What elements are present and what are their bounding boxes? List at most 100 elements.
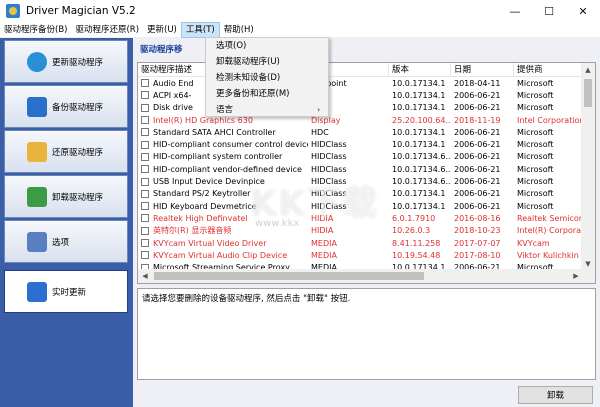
cell-date: 2018-04-11 [454, 78, 501, 88]
cell-prov: Microsoft [517, 90, 554, 100]
sidebar-item-update-drivers[interactable]: 更新驱动程序 [4, 40, 128, 83]
cell-cls: HIDClass [311, 152, 347, 162]
table-row[interactable]: KVYcam Virtual Video Driver MEDIA 8.41.11.… [138, 237, 583, 249]
cell-prov: Viktor Kulichkin [517, 250, 579, 260]
row-checkbox[interactable] [141, 214, 149, 223]
menu-bar: 驱动程序备份(B) 驱动程序还原(R) 更新(U) 工具(T) 帮助(H) [0, 21, 600, 38]
submenu-arrow-icon: › [317, 106, 320, 114]
menu-update[interactable]: 更新(U) [143, 22, 181, 38]
menu-item-language[interactable]: 语言 › [206, 102, 328, 118]
sidebar-item-label: 选项 [52, 237, 70, 248]
cell-ver: 10.0.17134.1 [392, 201, 446, 211]
sidebar-item-backup-drivers[interactable]: 备份驱动程序 [4, 85, 128, 128]
row-checkbox[interactable] [141, 116, 149, 125]
minimize-button[interactable]: — [498, 0, 532, 22]
menu-help[interactable]: 帮助(H) [220, 22, 258, 38]
window-title: Driver Magician V5.2 [26, 5, 136, 17]
cell-date: 2006-06-21 [454, 90, 501, 100]
horizontal-scrollbar[interactable]: ◀ ▶ [138, 269, 583, 283]
app-icon [6, 4, 20, 18]
sidebar-item-options[interactable]: 选项 [4, 220, 128, 263]
cell-date: 2006-06-21 [454, 177, 501, 187]
table-row[interactable]: Standard PS/2 Keytroller HIDClass 10.0.171… [138, 188, 583, 200]
maximize-button[interactable]: ☐ [532, 0, 566, 22]
info-text: 请选择您要删除的设备驱动程序, 然后点击 "卸载" 按钮. [142, 294, 351, 304]
row-checkbox[interactable] [141, 189, 149, 198]
sidebar-item-restore-drivers[interactable]: 还原驱动程序 [4, 130, 128, 173]
table-row[interactable]: Realtek High Definvatel HIDIA 6.0.1.7910 20… [138, 212, 583, 224]
sidebar-item-realtime-update[interactable]: 实时更新 [4, 270, 128, 313]
scroll-up-icon[interactable]: ▲ [581, 63, 595, 77]
cell-cls: HIDClass [311, 164, 347, 174]
cell-prov: Microsoft [517, 201, 554, 211]
cell-cls: HIDIA [311, 226, 334, 236]
column-header-provider[interactable]: 提供商 [514, 63, 583, 77]
menu-backup[interactable]: 驱动程序备份(B) [0, 22, 71, 38]
row-checkbox[interactable] [141, 140, 149, 149]
horizontal-scroll-thumb[interactable] [154, 272, 424, 280]
table-row[interactable]: HID-compliant consumer control device HID… [138, 138, 583, 150]
backup-icon [27, 96, 47, 117]
table-row[interactable]: HID Keyboard Devmetrice HIDClass 10.0.1713… [138, 200, 583, 212]
scroll-left-icon[interactable]: ◀ [138, 269, 152, 283]
cell-description: USB Input Device Devinpice [138, 177, 308, 186]
menu-item-detect-unknown[interactable]: 检测未知设备(D) [206, 70, 328, 86]
table-row[interactable]: KVYcam Virtual Audio Clip Device MEDIA 10.… [138, 249, 583, 261]
cell-cls: MEDIA [311, 250, 337, 260]
cell-date: 2006-06-21 [454, 127, 501, 137]
cell-ver: 10.19.54.48 [392, 250, 441, 260]
uninstall-button[interactable]: 卸载 [518, 386, 593, 404]
sidebar-item-uninstall-drivers[interactable]: 卸载驱动程序 [4, 175, 128, 218]
sidebar-item-label: 卸载驱动程序 [52, 192, 104, 203]
table-row[interactable]: 英特尔(R) 显示器音频 HIDIA 10.26.0.3 2018-10-23 Inte… [138, 225, 583, 237]
row-checkbox[interactable] [141, 226, 149, 235]
row-checkbox[interactable] [141, 152, 149, 161]
row-checkbox[interactable] [141, 165, 149, 174]
cell-prov: KVYcam [517, 238, 550, 248]
menu-item-options[interactable]: 选项(O) [206, 38, 328, 54]
vertical-scroll-thumb[interactable] [584, 79, 592, 107]
cell-date: 2006-06-21 [454, 164, 501, 174]
row-checkbox[interactable] [141, 128, 149, 137]
cell-ver: 10.0.17134.1 [392, 140, 446, 150]
column-header-date[interactable]: 日期 [451, 63, 514, 77]
cell-cls: HIDClass [311, 177, 347, 187]
cell-description: KVYcam Virtual Video Driver [138, 239, 308, 248]
cell-cls: HIDClass [311, 189, 347, 199]
close-button[interactable]: ✕ [566, 0, 600, 22]
row-checkbox[interactable] [141, 79, 149, 88]
cell-cls: MEDIA [311, 238, 337, 248]
menu-tools[interactable]: 工具(T) [180, 21, 220, 38]
menu-restore[interactable]: 驱动程序还原(R) [71, 22, 143, 38]
main-panel: 驱动程序移 驱动程序描述 版本 日期 提供商 Audio EndEndpoint… [133, 38, 600, 407]
row-checkbox[interactable] [141, 91, 149, 100]
row-checkbox[interactable] [141, 103, 149, 112]
cell-date: 2016-08-16 [454, 213, 501, 223]
row-checkbox[interactable] [141, 177, 149, 186]
table-row[interactable]: USB Input Device Devinpice HIDClass 10.0.1… [138, 175, 583, 187]
row-checkbox[interactable] [141, 202, 149, 211]
cell-ver: 10.0.17134.1 [392, 127, 446, 137]
info-box: 请选择您要删除的设备驱动程序, 然后点击 "卸载" 按钮. [137, 288, 596, 380]
column-header-version[interactable]: 版本 [389, 63, 451, 77]
cell-ver: 8.41.11.258 [392, 238, 441, 248]
cell-prov: Microsoft [517, 164, 554, 174]
table-row[interactable]: HID-compliant vendor-defined device HIDCl… [138, 163, 583, 175]
cell-ver: 6.0.1.7910 [392, 213, 436, 223]
menu-item-more-backup[interactable]: 更多备份和还原(M) [206, 86, 328, 102]
menu-item-uninstall-driver[interactable]: 卸载驱动程序(U) [206, 54, 328, 70]
cell-prov: Microsoft [517, 78, 554, 88]
row-checkbox[interactable] [141, 251, 149, 260]
cell-cls: HIDClass [311, 201, 347, 211]
globe-update-icon [27, 51, 47, 72]
cell-prov: Microsoft [517, 189, 554, 199]
table-row[interactable]: HID-compliant system controller HIDClass 1… [138, 151, 583, 163]
table-row[interactable]: Standard SATA AHCI Controller HDC 10.0.171… [138, 126, 583, 138]
cell-description: HID Keyboard Devmetrice [138, 202, 308, 211]
sidebar: 更新驱动程序 备份驱动程序 还原驱动程序 卸载驱动程序 选项 实时更新 [0, 38, 133, 407]
row-checkbox[interactable] [141, 239, 149, 247]
cell-prov: Microsoft [517, 127, 554, 137]
vertical-scrollbar[interactable]: ▲ ▼ [581, 63, 595, 271]
cell-prov: Microsoft [517, 152, 554, 162]
cell-date: 2006-06-21 [454, 140, 501, 150]
